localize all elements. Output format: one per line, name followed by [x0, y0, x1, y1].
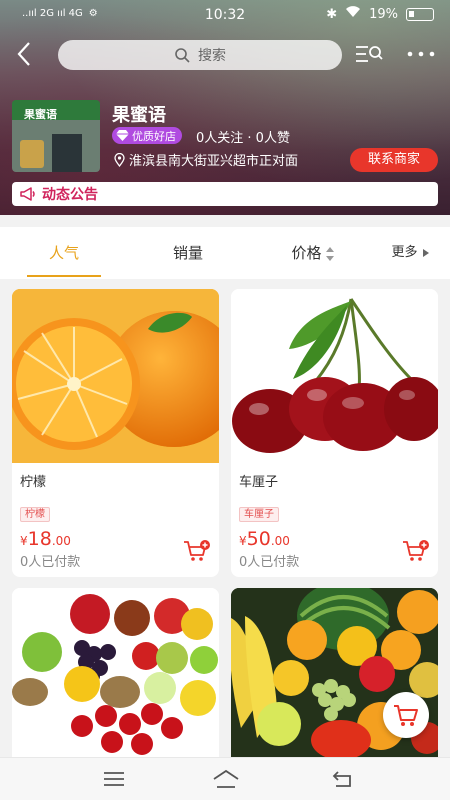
return-arrow-icon: [332, 771, 351, 787]
shop-photo: 果蜜语: [12, 100, 100, 172]
cherry-image: [231, 289, 438, 463]
price-decimal: .00: [51, 534, 71, 548]
announcement-bar[interactable]: 动态公告: [12, 182, 438, 206]
add-to-cart-button[interactable]: [402, 539, 430, 563]
battery-level: 19%: [369, 6, 398, 22]
price-decimal: .00: [270, 534, 290, 548]
price-integer: 18: [27, 528, 52, 550]
category-filter-button[interactable]: [354, 42, 384, 68]
orange-image: [12, 289, 219, 463]
product-card[interactable]: 车厘子 车厘子 ¥50.00 0人已付款: [231, 289, 438, 577]
product-price: ¥18.00: [20, 528, 71, 550]
quality-badge-label: 优质好店: [132, 129, 176, 143]
back-button[interactable]: [14, 40, 42, 70]
back-key[interactable]: [330, 768, 356, 790]
product-image: [12, 588, 219, 757]
tab-price-label: 价格: [291, 244, 322, 262]
more-dots-icon: [407, 51, 435, 57]
product-name: 车厘子: [239, 475, 279, 490]
shop-header: ..ııl 2G ııl 4G ⚙ 10:32 ✱ 19% 搜索 果蜜语 果蜜语…: [0, 0, 450, 215]
quality-shop-badge: 优质好店: [112, 127, 182, 144]
system-nav-bar: [0, 757, 450, 800]
more-menu-button[interactable]: [404, 42, 438, 68]
search-icon: [175, 48, 190, 63]
product-image: [12, 289, 219, 463]
menu-key[interactable]: [101, 768, 127, 790]
location-pin-icon: [114, 152, 125, 167]
address-text: 淮滨县南大街亚兴超市正对面: [129, 154, 299, 169]
shop-address: 淮滨县南大街亚兴超市正对面: [114, 150, 298, 169]
tab-sales[interactable]: 销量: [158, 227, 218, 279]
shopping-cart-icon: [394, 705, 418, 726]
product-name: 柠檬: [20, 475, 47, 490]
cart-plus-icon: [184, 540, 210, 561]
tab-more[interactable]: 更多: [385, 227, 437, 279]
wifi-icon: [345, 6, 361, 22]
cart-plus-icon: [403, 540, 429, 561]
floating-cart-button[interactable]: [383, 692, 429, 738]
storefront-sign: 果蜜语: [24, 108, 57, 121]
product-tag: 柠檬: [20, 507, 50, 522]
search-placeholder: 搜索: [198, 48, 226, 64]
tab-popularity[interactable]: 人气: [27, 227, 101, 279]
search-input[interactable]: 搜索: [58, 40, 342, 70]
paid-count: 0人已付款: [20, 555, 81, 570]
product-price: ¥50.00: [239, 528, 290, 550]
price-integer: 50: [246, 528, 271, 550]
status-bar: ..ııl 2G ııl 4G ⚙ 10:32 ✱ 19%: [0, 0, 450, 30]
diamond-icon: [116, 130, 129, 141]
announcement-label: 动态公告: [42, 187, 98, 203]
shop-name: 果蜜语: [112, 105, 166, 126]
product-card[interactable]: 柠檬 柠檬 ¥18.00 0人已付款: [12, 289, 219, 577]
menu-lines-icon: [104, 772, 124, 786]
product-image: [231, 289, 438, 463]
megaphone-icon: [20, 187, 35, 201]
home-key[interactable]: [211, 768, 241, 790]
battery-icon: [406, 7, 434, 21]
back-arrow-icon: [17, 42, 30, 66]
tab-more-label: 更多: [391, 245, 418, 260]
bluetooth-icon: ✱: [326, 6, 338, 22]
list-search-icon: [356, 46, 383, 62]
sort-tabs: 人气 销量 价格 更多: [0, 227, 450, 279]
home-icon: [213, 769, 239, 788]
product-tag: 车厘子: [239, 507, 279, 522]
contact-merchant-button[interactable]: 联系商家: [350, 148, 438, 172]
top-navbar: 搜索: [0, 38, 450, 72]
mixed-fruit-image: [12, 588, 219, 757]
follow-stats: 0人关注 · 0人赞: [196, 131, 290, 146]
product-card[interactable]: [12, 588, 219, 757]
tab-price[interactable]: 价格: [278, 227, 348, 279]
caret-right-icon: [422, 248, 429, 257]
sort-arrows-icon: [325, 246, 335, 261]
add-to-cart-button[interactable]: [183, 539, 211, 563]
paid-count: 0人已付款: [239, 555, 300, 570]
